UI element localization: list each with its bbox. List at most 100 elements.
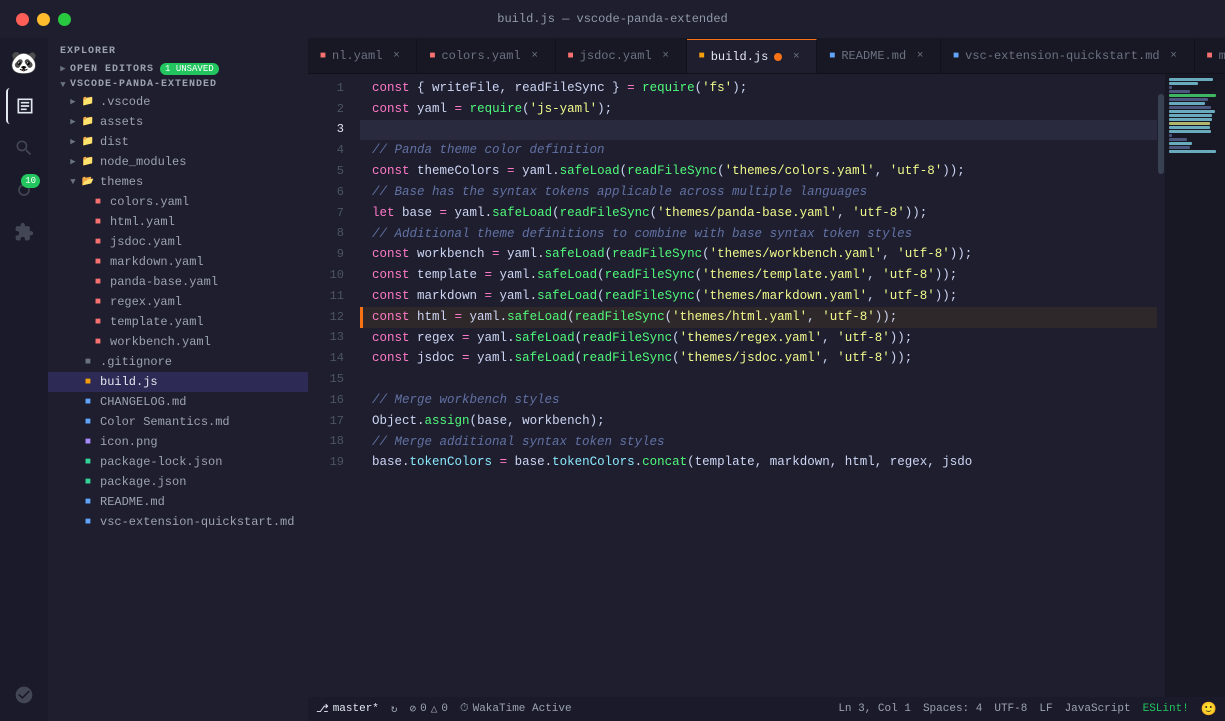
- folder-themes[interactable]: ▼ 📂 themes: [48, 172, 308, 192]
- line-num-7: 7: [308, 203, 352, 224]
- file-template-yaml-label: template.yaml: [110, 315, 204, 329]
- status-bar: ⎇ master* ↻ ⊘ 0 △ 0 ⏱ WakaTime Active: [308, 697, 1225, 721]
- activity-extensions[interactable]: [6, 214, 42, 250]
- code-line-13: const regex = yaml.safeLoad(readFileSync…: [360, 328, 1157, 349]
- code-line-6: // Base has the syntax tokens applicable…: [360, 182, 1157, 203]
- feedback-icon[interactable]: 🙂: [1201, 702, 1217, 717]
- file-readme[interactable]: ■ README.md: [48, 492, 308, 512]
- file-build-js[interactable]: ■ build.js: [48, 372, 308, 392]
- scrollbar[interactable]: [1157, 74, 1165, 697]
- line-ending[interactable]: LF: [1039, 703, 1052, 715]
- code-line-17: Object.assign(base, workbench);: [360, 411, 1157, 432]
- activity-panda[interactable]: 🐼: [6, 46, 42, 82]
- mini-line: [1169, 90, 1190, 93]
- chevron-right-icon: ▶: [66, 157, 80, 167]
- activity-settings[interactable]: [6, 677, 42, 713]
- tab-colors-yaml[interactable]: ■ colors.yaml ×: [417, 39, 555, 73]
- chevron-down-icon: ▼: [56, 80, 70, 90]
- activity-search[interactable]: [6, 130, 42, 166]
- line-num-5: 5: [308, 161, 352, 182]
- minimize-button[interactable]: [37, 13, 50, 26]
- file-icon-png-label: icon.png: [100, 435, 158, 449]
- code-line-9: const workbench = yaml.safeLoad(readFile…: [360, 244, 1157, 265]
- folder-icon: 📁: [80, 114, 96, 130]
- maximize-button[interactable]: [58, 13, 71, 26]
- spaces[interactable]: Spaces: 4: [923, 703, 982, 715]
- wakatime-status[interactable]: ⏱ WakaTime Active: [460, 703, 572, 715]
- git-branch[interactable]: ⎇ master*: [316, 702, 379, 716]
- sync-icon[interactable]: ↻: [391, 702, 398, 716]
- file-color-semantics[interactable]: ■ Color Semantics.md: [48, 412, 308, 432]
- file-package-json[interactable]: ■ package.json: [48, 472, 308, 492]
- folder-node-modules[interactable]: ▶ 📁 node_modules: [48, 152, 308, 172]
- line-num-3: 3: [308, 120, 352, 141]
- tab-readme[interactable]: ■ README.md ×: [817, 39, 941, 73]
- mini-line: [1169, 110, 1215, 113]
- file-regex-yaml[interactable]: ■ regex.yaml: [48, 292, 308, 312]
- file-template-yaml[interactable]: ■ template.yaml: [48, 312, 308, 332]
- mini-line: [1169, 122, 1210, 125]
- cursor-position[interactable]: Ln 3, Col 1: [838, 703, 911, 715]
- change-indicator: [360, 307, 363, 328]
- wakatime-label: WakaTime Active: [473, 703, 572, 715]
- line-numbers: 1 2 3 4 5 6 7 8 9 10 11 12 13 14 15 16 1…: [308, 74, 360, 697]
- file-jsdoc-yaml-label: jsdoc.yaml: [110, 235, 182, 249]
- tab-close-icon[interactable]: ×: [388, 48, 404, 64]
- yaml-icon: ■: [90, 314, 106, 330]
- file-workbench-yaml[interactable]: ■ workbench.yaml: [48, 332, 308, 352]
- tab-close-icon[interactable]: ×: [788, 49, 804, 65]
- error-count[interactable]: ⊘ 0 △ 0: [410, 702, 448, 716]
- tab-close-icon[interactable]: ×: [527, 48, 543, 64]
- activity-bar: 🐼 10: [0, 38, 48, 721]
- code-line-18: // Merge additional syntax token styles: [360, 432, 1157, 453]
- folder-vscode[interactable]: ▶ 📁 .vscode: [48, 92, 308, 112]
- tab-nl-yaml-label: nl.yaml: [332, 49, 382, 63]
- yaml-icon: ■: [90, 234, 106, 250]
- file-package-lock[interactable]: ■ package-lock.json: [48, 452, 308, 472]
- mini-line: [1169, 142, 1192, 145]
- file-markdown-yaml[interactable]: ■ markdown.yaml: [48, 252, 308, 272]
- line-num-6: 6: [308, 182, 352, 203]
- main-container: 🐼 10 EXPLORER: [0, 38, 1225, 721]
- encoding[interactable]: UTF-8: [994, 703, 1027, 715]
- folder-assets[interactable]: ▶ 📁 assets: [48, 112, 308, 132]
- tab-build-js[interactable]: ■ build.js ×: [687, 39, 818, 73]
- tab-markdown-yaml[interactable]: ■ markdown.yaml ×: [1195, 39, 1225, 73]
- eslint-status[interactable]: ESLint!: [1143, 703, 1189, 715]
- activity-explorer[interactable]: [6, 88, 42, 124]
- tab-markdown-yaml-label: markdown.yaml: [1219, 49, 1225, 63]
- file-vsc-quickstart[interactable]: ■ vsc-extension-quickstart.md: [48, 512, 308, 532]
- open-editors-toggle[interactable]: ▶ OPEN EDITORS 1 UNSAVED: [48, 61, 308, 77]
- tab-vsc-quickstart[interactable]: ■ vsc-extension-quickstart.md ×: [941, 39, 1194, 73]
- md-icon: ■: [80, 414, 96, 430]
- tab-close-icon[interactable]: ×: [912, 48, 928, 64]
- code-content[interactable]: const { writeFile, readFileSync } = requ…: [360, 74, 1157, 697]
- status-left: ⎇ master* ↻ ⊘ 0 △ 0 ⏱ WakaTime Active: [316, 702, 572, 716]
- tab-vsc-quickstart-label: vsc-extension-quickstart.md: [965, 49, 1159, 63]
- scrollbar-thumb[interactable]: [1158, 94, 1164, 174]
- folder-dist[interactable]: ▶ 📁 dist: [48, 132, 308, 152]
- file-html-yaml[interactable]: ■ html.yaml: [48, 212, 308, 232]
- warning-icon: △: [431, 702, 438, 716]
- file-icon-png[interactable]: ■ icon.png: [48, 432, 308, 452]
- mini-line: [1169, 94, 1216, 97]
- project-root-toggle[interactable]: ▼ VSCODE-PANDA-EXTENDED: [48, 77, 308, 92]
- branch-name: master*: [333, 703, 379, 715]
- tab-jsdoc-yaml[interactable]: ■ jsdoc.yaml ×: [556, 39, 687, 73]
- mini-line: [1169, 114, 1212, 117]
- file-changelog-md[interactable]: ■ CHANGELOG.md: [48, 392, 308, 412]
- tab-close-icon[interactable]: ×: [658, 48, 674, 64]
- tab-nl-yaml[interactable]: ■ nl.yaml ×: [308, 39, 417, 73]
- file-colors-yaml[interactable]: ■ colors.yaml: [48, 192, 308, 212]
- file-jsdoc-yaml[interactable]: ■ jsdoc.yaml: [48, 232, 308, 252]
- activity-source-control[interactable]: 10: [6, 172, 42, 208]
- file-gitignore[interactable]: ■ .gitignore: [48, 352, 308, 372]
- tab-colors-yaml-label: colors.yaml: [441, 49, 520, 63]
- language-mode[interactable]: JavaScript: [1065, 703, 1131, 715]
- tab-close-icon[interactable]: ×: [1166, 48, 1182, 64]
- file-panda-base-yaml[interactable]: ■ panda-base.yaml: [48, 272, 308, 292]
- yaml-icon: ■: [90, 214, 106, 230]
- md-icon: ■: [80, 494, 96, 510]
- file-markdown-yaml-label: markdown.yaml: [110, 255, 204, 269]
- close-button[interactable]: [16, 13, 29, 26]
